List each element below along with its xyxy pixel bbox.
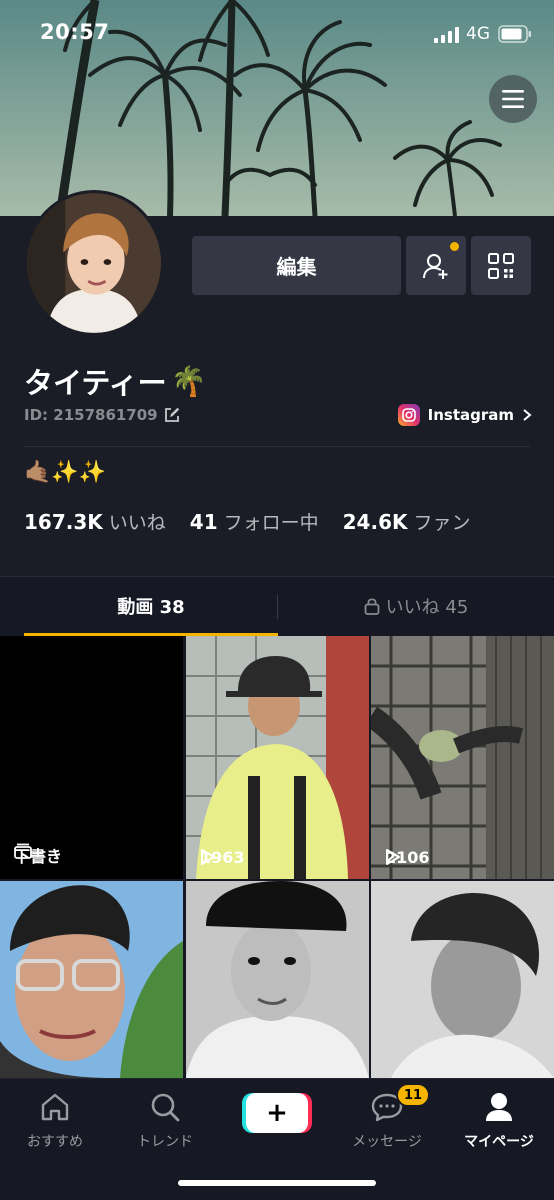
instagram-icon (397, 404, 420, 426)
play-icon (386, 849, 400, 865)
stat-following-value: 41 (189, 510, 218, 534)
drafts-icon (14, 843, 32, 859)
video-thumbnail[interactable] (371, 881, 554, 1078)
video-thumbnail-draft[interactable]: 下書き (0, 636, 183, 879)
add-user-icon (423, 253, 448, 279)
plus-icon: + (266, 1098, 288, 1128)
search-icon (151, 1093, 180, 1122)
video-thumbnail[interactable]: 1963 (186, 636, 369, 879)
divider (24, 446, 530, 447)
stat-fans-value: 24.6K (342, 510, 408, 534)
name-emoji: 🌴 (170, 363, 207, 398)
view-count: 2106 (385, 848, 430, 867)
nav-home[interactable]: おすすめ (0, 1087, 110, 1151)
stat-likes-value: 167.3K (24, 510, 103, 534)
stat-following[interactable]: 41 フォロー中 (190, 508, 319, 535)
battery-icon (498, 25, 531, 43)
bio: 🤙🏽✨✨ (24, 460, 107, 485)
menu-button[interactable] (489, 75, 537, 123)
user-id-row[interactable]: ID: 2157861709 (24, 406, 180, 424)
display-name: タイティー (24, 366, 167, 400)
signal-icon (434, 27, 459, 43)
view-count: 1963 (200, 848, 245, 867)
lock-icon (364, 598, 380, 615)
qr-code-button[interactable] (471, 236, 531, 295)
status-time: 20:57 (40, 20, 110, 44)
stat-likes: 167.3K いいね (24, 508, 166, 535)
profile-name: タイティー 🌴 (24, 360, 207, 402)
instagram-link[interactable]: Instagram (397, 404, 532, 426)
stat-fans-label: ファン (413, 512, 471, 534)
tab-liked-label: いいね 45 (385, 597, 469, 618)
nav-home-label: おすすめ (27, 1134, 83, 1150)
home-indicator (178, 1180, 376, 1186)
inbox-badge: 11 (396, 1083, 431, 1107)
avatar[interactable] (24, 190, 164, 336)
edit-profile-button[interactable]: 編集 (192, 236, 401, 295)
nav-profile-label: マイページ (464, 1134, 534, 1150)
tab-videos[interactable]: 動画 38 (24, 577, 278, 635)
edit-icon (164, 407, 179, 422)
video-thumbnail[interactable] (0, 881, 183, 1078)
stat-following-label: フォロー中 (223, 512, 319, 534)
create-button[interactable]: + (246, 1093, 308, 1133)
user-id: ID: 2157861709 (24, 406, 158, 424)
hamburger-icon (502, 90, 524, 108)
play-icon (201, 849, 215, 865)
profile-stats: 167.3K いいね 41 フォロー中 24.6K ファン (24, 508, 495, 535)
profile-icon (486, 1093, 512, 1121)
draft-label: 下書き (14, 843, 62, 867)
qr-code-icon (488, 252, 514, 279)
stat-likes-label: いいね (108, 512, 166, 534)
video-grid: 下書き 1963 2106 (0, 636, 554, 1078)
video-thumbnail[interactable]: 2106 (371, 636, 554, 879)
instagram-label: Instagram (427, 406, 514, 424)
nav-discover[interactable]: トレンド (110, 1087, 220, 1151)
status-bar: 20:57 4G (0, 0, 554, 68)
network-type: 4G (466, 24, 490, 44)
nav-inbox-label: メッセージ (352, 1134, 422, 1150)
tab-liked[interactable]: いいね 45 (278, 577, 554, 635)
notification-dot (450, 242, 459, 251)
add-friends-button[interactable] (406, 236, 466, 295)
chevron-right-icon (523, 409, 532, 421)
profile-tabs: 動画 38 いいね 45 (0, 576, 554, 636)
nav-profile[interactable]: マイページ (444, 1087, 554, 1151)
stat-fans[interactable]: 24.6K ファン (343, 508, 471, 535)
home-icon (41, 1093, 69, 1121)
video-thumbnail[interactable] (186, 881, 369, 1078)
nav-discover-label: トレンド (137, 1134, 193, 1150)
